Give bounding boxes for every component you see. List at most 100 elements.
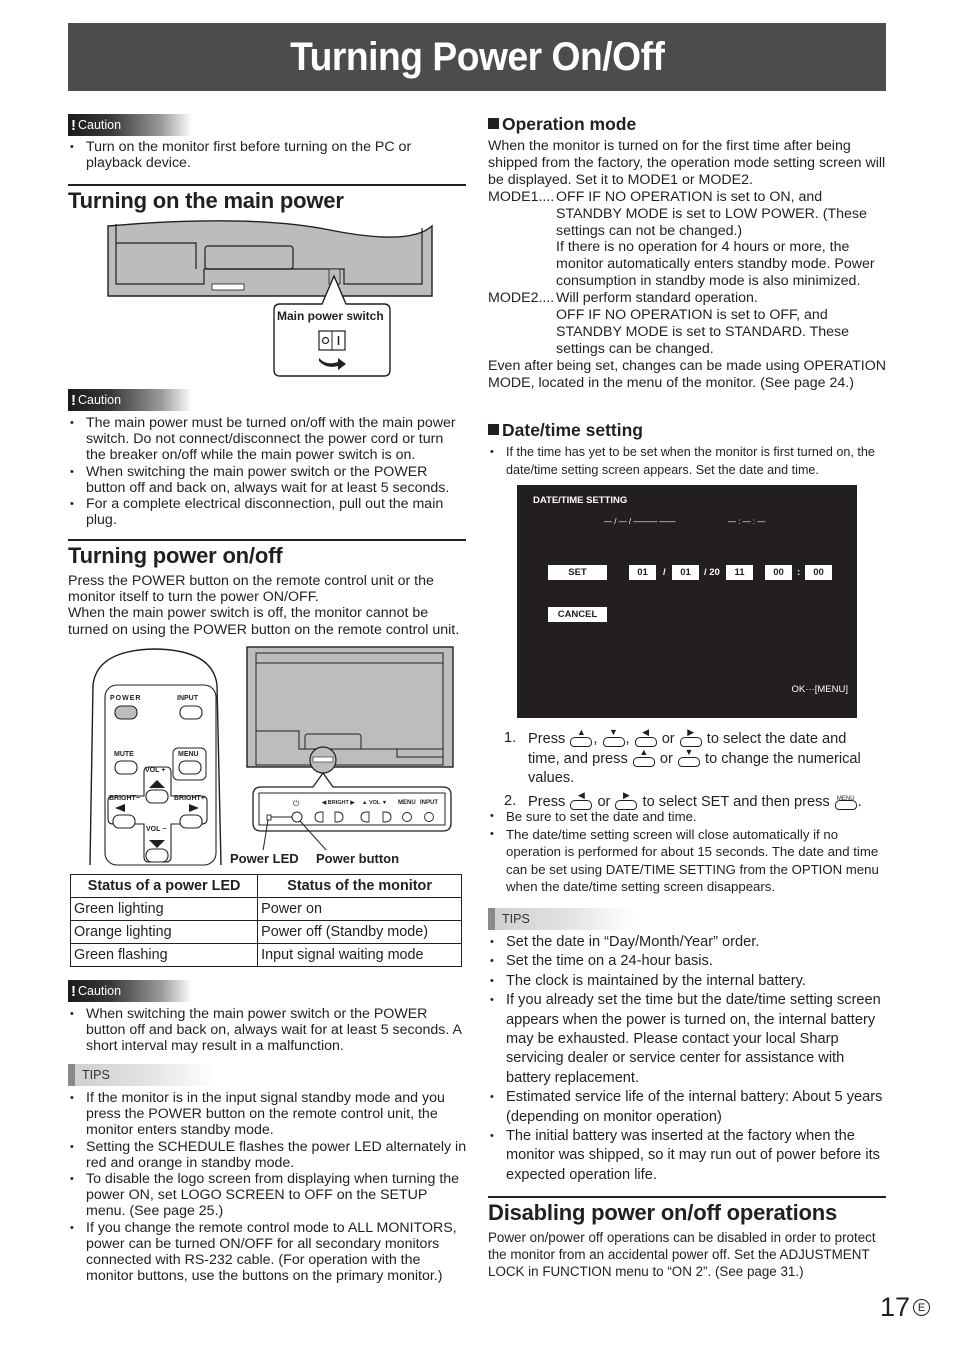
step-word: values. [528, 770, 575, 787]
step-word: to select the date and [706, 731, 847, 747]
menu-button-icon: MENU [834, 792, 858, 810]
exclamation-icon: ! [71, 116, 76, 134]
mode-line: STANDBY MODE is set to STANDARD. These [556, 323, 850, 340]
page-title-bar: Turning Power On/Off [68, 23, 886, 91]
list-item: Set the date in “Day/Month/Year” order. [488, 933, 888, 953]
subheading-text: Operation mode [502, 114, 637, 134]
table-cell: Orange lighting [69, 920, 259, 944]
caution-label: Caution [78, 118, 122, 132]
datetime-setting-screen: DATE/TIME SETTING — / — / ——— —— — : — :… [517, 485, 857, 718]
list-item: When switching the main power switch or … [68, 464, 466, 496]
monitor-panel-figure [246, 646, 454, 850]
power-button-label: Power button [316, 851, 400, 866]
mode-description: Will perform standard operation. OFF IF … [556, 290, 849, 358]
list-item: To disable the logo screen from displayi… [68, 1171, 468, 1220]
panel-input-label: INPUT [420, 800, 438, 806]
list-item: Turn on the monitor first before turning… [68, 139, 466, 171]
remote-control-figure [89, 648, 222, 866]
tips-tag: TIPS [68, 1064, 216, 1086]
step-word: , [593, 731, 598, 747]
mode-label: MODE1.... [488, 188, 555, 205]
right-button-icon: ▶ [614, 790, 638, 810]
power-led-indicator [266, 814, 272, 821]
remote-menu-label: MENU [178, 751, 199, 758]
subheading-text: Date/time setting [502, 420, 643, 440]
step-word: or [659, 751, 673, 768]
mode-line: OFF IF NO OPERATION is set to ON, and [556, 188, 823, 205]
time-separator: : [797, 567, 801, 578]
monitor-body [107, 220, 433, 297]
mode-line: Will perform standard operation. [556, 290, 758, 307]
panel-bright-left-button [314, 811, 324, 823]
remote-bright-plus-label: BRIGHT+ [174, 795, 205, 802]
remote-mute-label: MUTE [114, 751, 134, 758]
panel-power-button [291, 811, 303, 823]
year-field[interactable]: 11 [726, 565, 753, 580]
up-button-icon: ▲ [632, 748, 656, 768]
remote-menu-button [178, 760, 202, 775]
caution-tag: ! Caution [68, 389, 192, 411]
caution-label: Caution [78, 393, 122, 407]
remote-power-label: POWER [110, 695, 142, 702]
list-item: If you change the remote control mode to… [68, 1220, 468, 1285]
left-button-icon: ◀ [569, 790, 593, 810]
exclamation-icon: ! [71, 391, 76, 409]
table-header: Status of a power LED [69, 874, 259, 898]
remote-power-button [114, 705, 138, 720]
table-cell: Power off (Standby mode) [257, 920, 462, 944]
operation-mode-text: When the monitor is turned on for the fi… [488, 138, 888, 392]
mode-line: settings can not be changed.) [556, 222, 743, 239]
table-row: Green lighting Power on [69, 897, 462, 921]
section-heading-power-onoff: Turning power on/off [68, 539, 466, 569]
power-led-label: Power LED [230, 851, 299, 866]
day-field[interactable]: 01 [629, 565, 656, 580]
month-field[interactable]: 01 [672, 565, 699, 580]
time-placeholder: — : — : — [728, 517, 766, 526]
panel-power-symbol-icon: ⏻ [293, 799, 300, 808]
screen-footer: OK···[MENU] [791, 684, 848, 695]
list-item: The initial battery was inserted at the … [488, 1127, 888, 1185]
tips-list: Set the date in “Day/Month/Year” order. … [488, 933, 888, 1185]
language-badge: E [913, 1299, 930, 1316]
mode-line: monitor automatically enters standby mod… [556, 256, 875, 273]
subheading-datetime: Date/time setting [488, 420, 643, 441]
step-word: to change the numerical [705, 751, 861, 768]
exclamation-icon: ! [71, 982, 76, 1000]
mode-line: STANDBY MODE is set to LOW POWER. (These [556, 205, 867, 222]
table-row: Orange lighting Power off (Standby mode) [69, 920, 462, 944]
table-cell: Input signal waiting mode [257, 943, 462, 967]
tips-tag: TIPS [488, 908, 636, 930]
cancel-button[interactable]: CANCEL [548, 607, 607, 622]
caution-list: The main power must be turned on/off wit… [68, 415, 466, 528]
panel-vol-text: VOL [368, 800, 381, 806]
list-item: Be sure to set the date and time. [488, 808, 888, 826]
list-item: For a complete electrical disconnection,… [68, 496, 466, 528]
remote-left-button [112, 814, 136, 829]
table-header: Status of the monitor [257, 874, 462, 898]
section-heading-main-power: Turning on the main power [68, 184, 466, 214]
list-item: If you already set the time but the date… [488, 991, 888, 1088]
datetime-steps: 1. Press ▲, ▼, ◀ or ▶ to select the date… [504, 728, 884, 812]
page-title: Turning Power On/Off [289, 34, 665, 79]
datetime-list: If the time has yet to be set when the m… [488, 444, 888, 479]
mode-line: If there is no operation for 4 hours or … [556, 239, 850, 256]
mode-line: OFF IF NO OPERATION is set to OFF, and [556, 307, 828, 324]
minute-field[interactable]: 00 [805, 565, 832, 580]
paragraph: Even after being set, changes can be mad… [488, 357, 886, 391]
panel-bright-label: ◀ BRIGHT ▶ [322, 800, 355, 806]
set-button[interactable]: SET [548, 565, 607, 580]
list-item: If the time has yet to be set when the m… [488, 444, 888, 479]
list-item: The date/time setting screen will close … [488, 826, 888, 896]
step-number: 1. [504, 730, 517, 746]
control-panel-strip [211, 283, 245, 291]
mode2-row: MODE2.... Will perform standard operatio… [488, 290, 888, 358]
panel-vol-down-button [382, 811, 392, 823]
list-item: The clock is maintained by the internal … [488, 972, 888, 992]
list-item: Set the time on a 24-hour basis. [488, 952, 888, 972]
down-button-icon: ▼ [602, 728, 626, 747]
mode1-row: MODE1.... OFF IF NO OPERATION is set to … [488, 189, 888, 290]
panel-bright-right-button [334, 811, 344, 823]
panel-menu-label: MENU [398, 800, 416, 806]
hour-field[interactable]: 00 [765, 565, 792, 580]
caution-list: Turn on the monitor first before turning… [68, 139, 466, 171]
